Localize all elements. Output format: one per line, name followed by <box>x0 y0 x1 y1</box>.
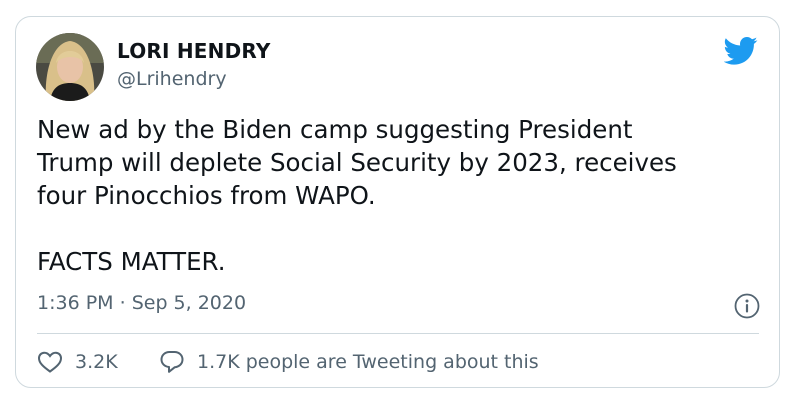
heart-icon <box>37 351 63 373</box>
divider <box>37 333 759 334</box>
tweet-timestamp[interactable]: 1:36 PM · Sep 5, 2020 <box>37 292 246 314</box>
like-count: 3.2K <box>75 351 118 373</box>
timestamp-separator: · <box>119 292 126 314</box>
tweet-text-line: four Pinocchios from WAPO. <box>37 181 376 210</box>
avatar-image <box>36 33 104 101</box>
tweet-time: 1:36 PM <box>37 292 114 314</box>
author-name[interactable]: LORI HENDRY <box>117 39 271 63</box>
tweet-text-line: FACTS MATTER. <box>37 247 226 276</box>
info-icon[interactable] <box>734 293 760 319</box>
speech-bubble-icon <box>160 351 184 373</box>
like-button[interactable]: 3.2K <box>37 348 118 376</box>
twitter-bird-icon[interactable] <box>724 36 758 66</box>
tweet-text-line: New ad by the Biden camp suggesting Pres… <box>37 115 633 144</box>
author-handle[interactable]: @Lrihendry <box>117 68 227 90</box>
tweeting-about-text: 1.7K people are Tweeting about this <box>197 351 539 373</box>
tweet-text-line: Trump will deplete Social Security by 20… <box>37 148 677 177</box>
avatar[interactable] <box>36 33 104 101</box>
tweeting-about-link[interactable]: 1.7K people are Tweeting about this <box>159 348 539 376</box>
tweet-text: New ad by the Biden camp suggesting Pres… <box>37 113 757 278</box>
tweet-card: LORI HENDRY @Lrihendry New ad by the Bid… <box>15 16 780 388</box>
tweet-date: Sep 5, 2020 <box>131 292 247 314</box>
